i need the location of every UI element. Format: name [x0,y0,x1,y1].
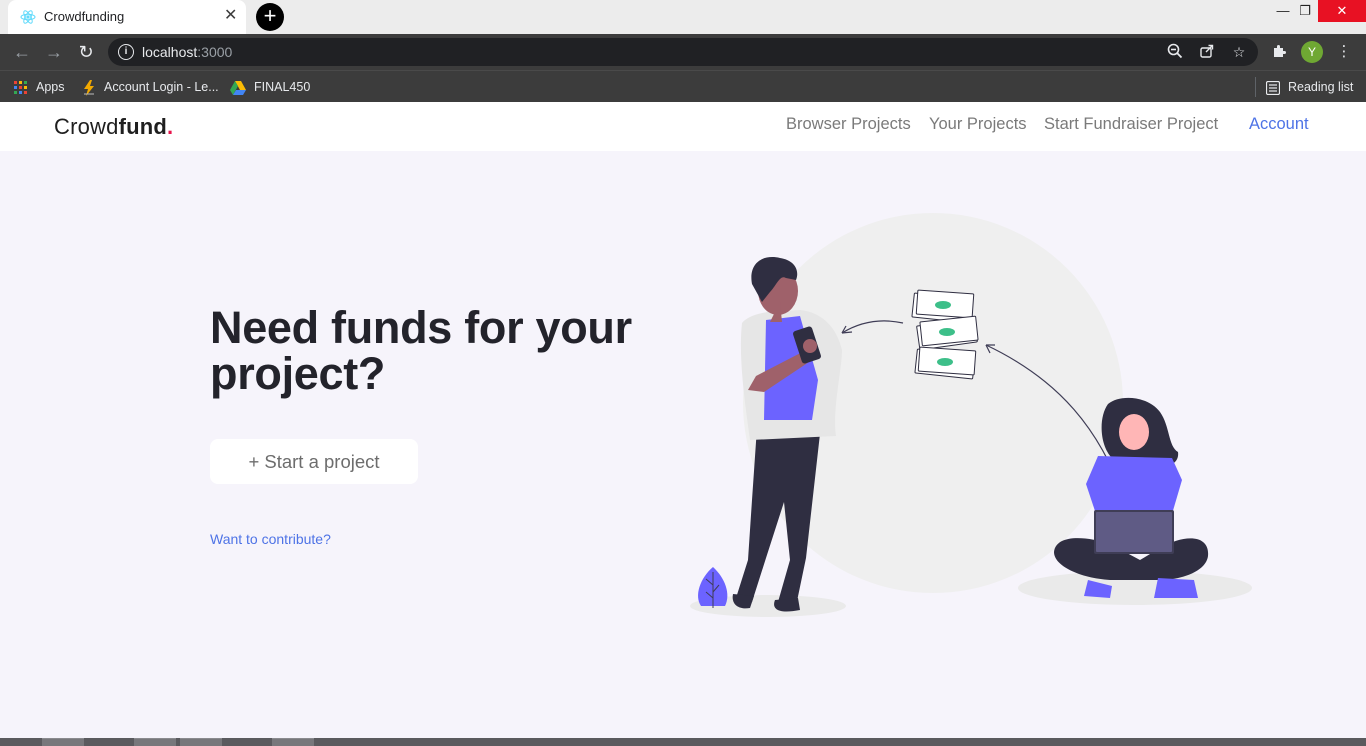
crowdfunding-illustration [690,213,1252,617]
site-info-icon[interactable]: i [118,44,134,60]
nav-link-your-projects[interactable]: Your Projects [929,115,1027,134]
site-navbar: Crowdfund. Browser Projects Your Project… [0,102,1366,151]
os-taskbar [0,738,1366,746]
browser-toolbar: ← → ↻ i localhost:3000 ☆ Y ⋮ [0,34,1366,70]
address-url[interactable]: localhost:3000 [142,44,232,60]
bookmark-star-icon[interactable]: ☆ [1230,43,1248,61]
window-close-icon[interactable]: ✕ [1318,0,1366,22]
reading-list-button[interactable]: Reading list [1266,78,1353,96]
taskbar-item[interactable] [272,738,314,746]
google-drive-icon [230,80,246,95]
start-project-button[interactable]: + Start a project [210,439,418,484]
bookmark-account-login[interactable]: Account Login - Le... [82,78,219,96]
lightning-icon [84,79,94,96]
reading-list-icon [1266,80,1280,95]
tab-title: Crowdfunding [44,9,125,24]
bookmarks-separator [1255,77,1256,97]
react-icon [20,10,36,24]
nav-link-account[interactable]: Account [1249,115,1309,134]
forward-arrow-icon[interactable]: → [44,42,64,62]
new-tab-button[interactable]: + [256,3,284,31]
reload-icon[interactable]: ↻ [76,42,96,62]
taskbar-item[interactable] [134,738,176,746]
nav-link-browse-projects[interactable]: Browser Projects [786,115,911,134]
taskbar-item[interactable] [42,738,84,746]
hero-title: Need funds for your project? [210,302,632,399]
brand-logo[interactable]: Crowdfund. [54,114,173,140]
bookmark-final450[interactable]: FINAL450 [230,78,310,96]
taskbar-item[interactable] [180,738,222,746]
nav-link-start-fundraiser[interactable]: Start Fundraiser Project [1044,115,1218,134]
tab-close-icon[interactable]: ✕ [224,6,237,26]
browser-tab-bar: Crowdfunding ✕ + — ❐ ✕ [0,0,1366,34]
zoom-icon[interactable] [1166,43,1184,61]
browser-tab[interactable]: Crowdfunding ✕ [8,0,246,34]
share-icon[interactable] [1198,43,1216,61]
leaf-icon [698,567,728,608]
back-arrow-icon[interactable]: ← [12,42,32,62]
bookmark-apps[interactable]: Apps [14,78,65,96]
contribute-link[interactable]: Want to contribute? [210,531,331,547]
bookmarks-bar: Apps Account Login - Le... FINAL450 Read… [0,70,1366,102]
address-bar[interactable]: i localhost:3000 ☆ [108,38,1258,66]
profile-avatar[interactable]: Y [1301,41,1323,63]
menu-kebab-icon[interactable]: ⋮ [1335,43,1353,61]
extensions-icon[interactable] [1270,43,1288,61]
apps-grid-icon [14,80,27,94]
